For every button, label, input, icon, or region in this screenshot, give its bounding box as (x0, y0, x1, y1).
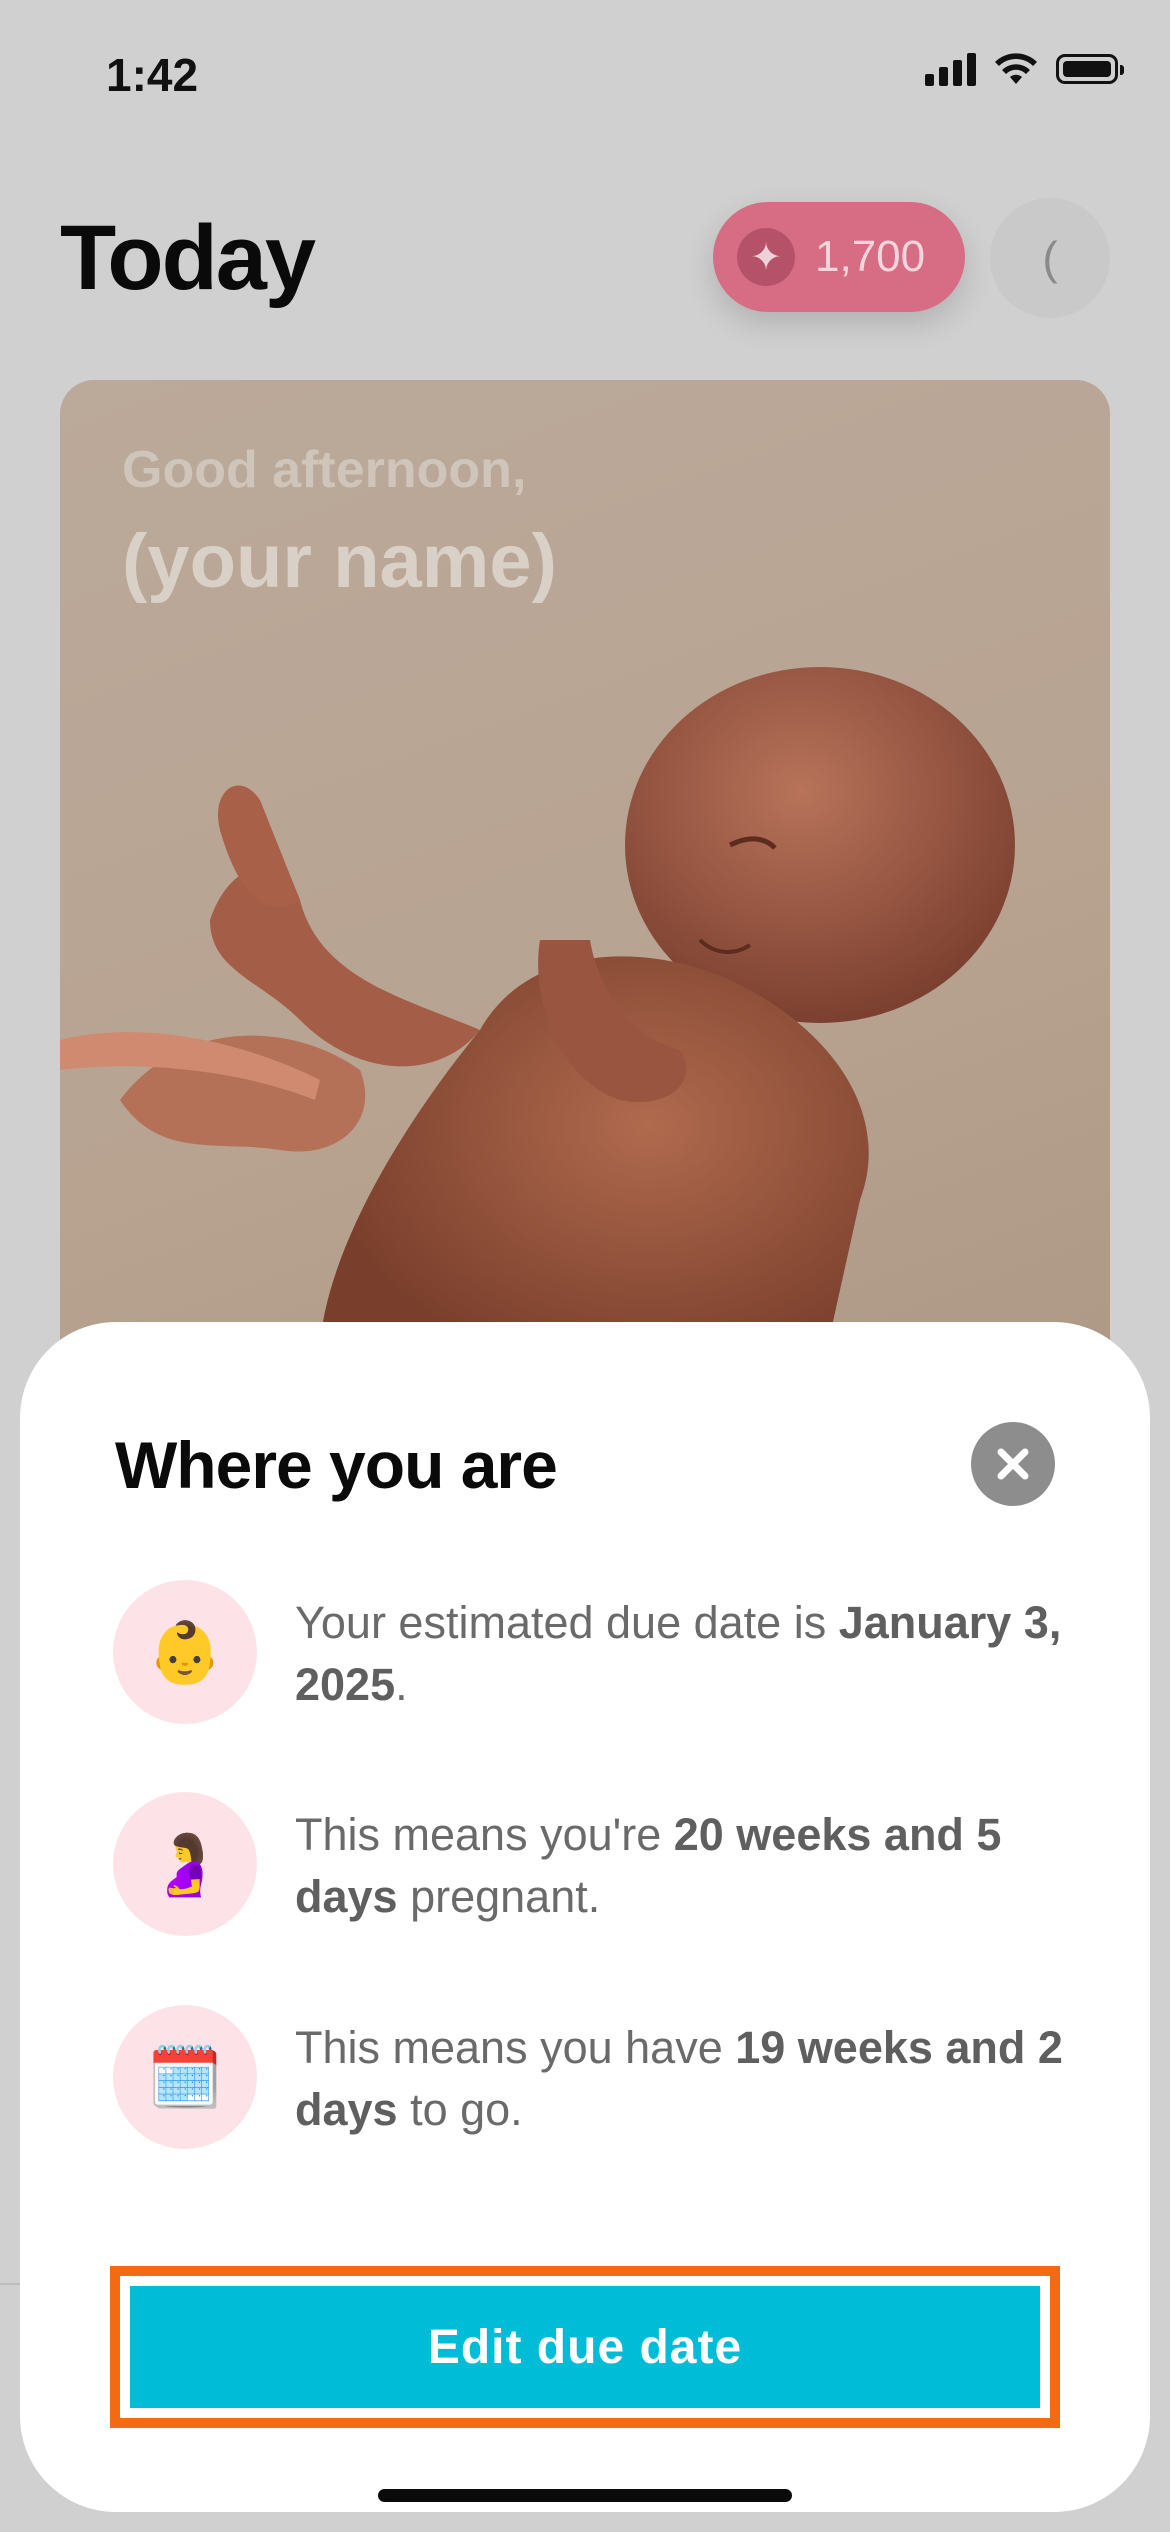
greeting-text: Good afternoon, (122, 441, 527, 499)
weeks-pregnant-row: 🤰 This means you're 20 weeks and 5 days … (113, 1792, 1073, 1942)
baby-icon: 👶 (113, 1580, 257, 1724)
page-title: Today (60, 207, 316, 309)
user-name: (your name) (122, 519, 557, 604)
where-you-are-sheet: Where you are 👶 Your estimated due date … (20, 1322, 1150, 2512)
pregnant-woman-icon: 🤰 (113, 1792, 257, 1936)
home-indicator[interactable] (378, 2489, 792, 2502)
close-icon (997, 1448, 1029, 1480)
divider (0, 2283, 20, 2285)
hero-card: Good afternoon, (your name) (60, 380, 1110, 1380)
calendar-icon: 🗓️ (113, 2005, 257, 2149)
points-button[interactable]: ✦ 1,700 (713, 202, 965, 312)
status-time: 1:42 (106, 49, 199, 101)
sheet-title: Where you are (115, 1428, 558, 1502)
edit-due-date-button[interactable]: Edit due date (130, 2286, 1040, 2408)
status-icons (925, 52, 1124, 86)
cellular-signal-icon (925, 52, 976, 86)
close-button[interactable] (971, 1422, 1055, 1506)
due-date-row: 👶 Your estimated due date is January 3, … (113, 1580, 1073, 1730)
avatar-initial: ( (1042, 232, 1058, 284)
battery-icon (1056, 54, 1124, 84)
weeks-to-go-row: 🗓️ This means you have 19 weeks and 2 da… (113, 2005, 1073, 2155)
points-value: 1,700 (815, 232, 926, 281)
sparkle-icon: ✦ (737, 228, 795, 286)
today-screen: 1:42 Today ✦ 1,700 (Good afternoon, (yo… (0, 0, 1170, 2532)
due-date-text: Your estimated due date is January 3, 20… (295, 1597, 1062, 1710)
avatar[interactable]: ( (990, 198, 1110, 318)
weeks-to-go-text: This means you have 19 weeks and 2 days … (295, 2022, 1063, 2135)
weeks-pregnant-text: This means you're 20 weeks and 5 days pr… (295, 1809, 1002, 1922)
wifi-icon (995, 53, 1037, 84)
